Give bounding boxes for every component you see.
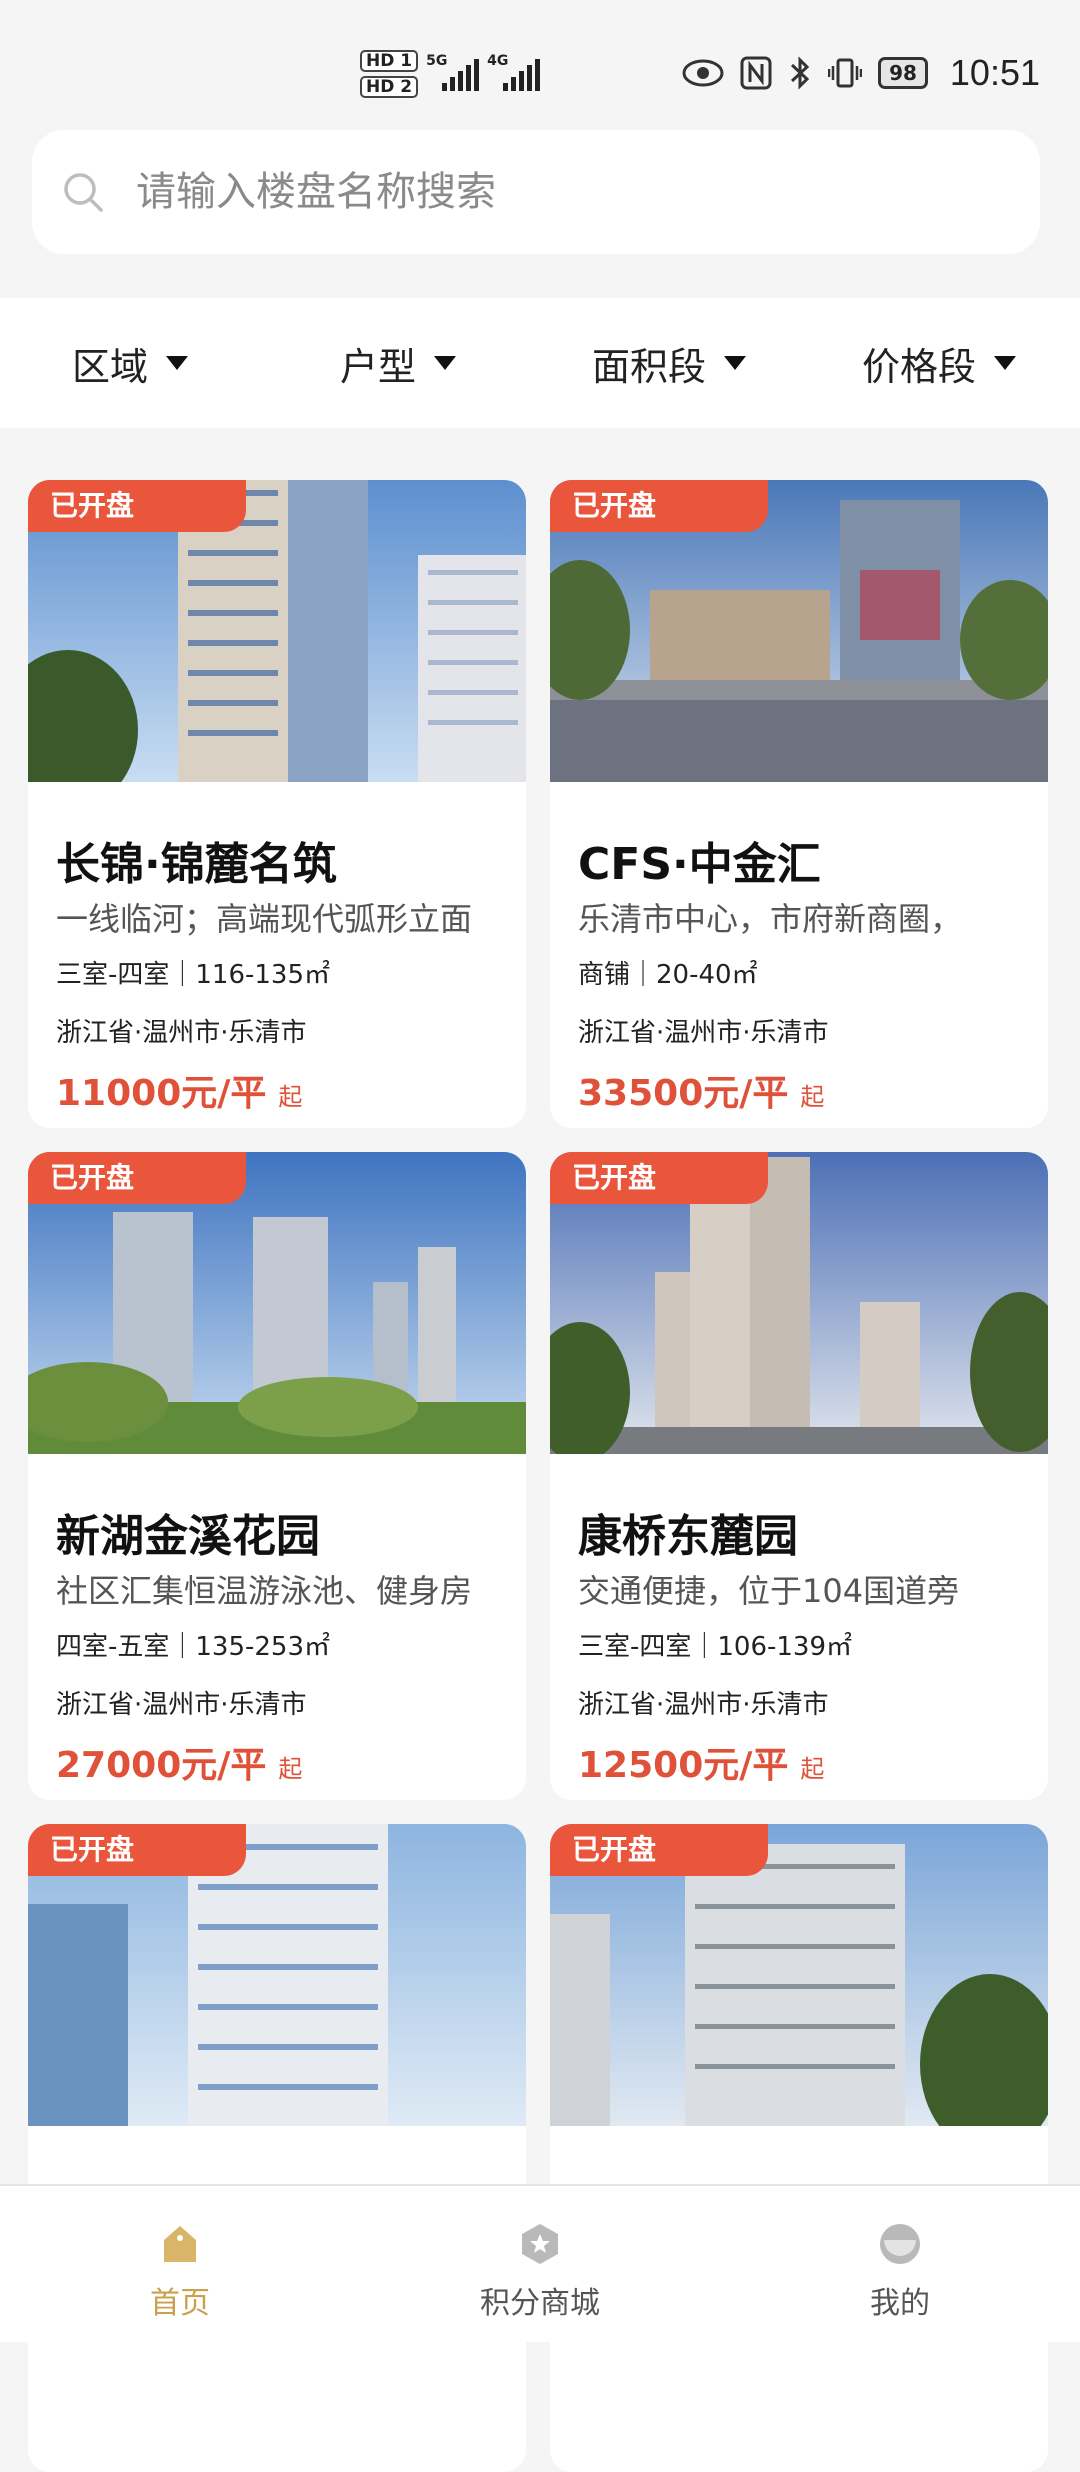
caret-down-icon (724, 356, 747, 370)
listing-price: 12500元/平起 (578, 1736, 824, 1788)
caret-down-icon (166, 356, 189, 370)
caret-down-icon (434, 356, 457, 370)
listing-card[interactable]: 已开盘 新湖金溪花园 社区汇集恒温游泳池、健身房 四室-五室｜135-253㎡ … (28, 1152, 526, 1800)
filter-layout[interactable]: 户型 (340, 298, 457, 428)
tab-points-mall[interactable]: 积分商城 (440, 2186, 640, 2342)
price-value: 27000元/平 (56, 1745, 267, 1786)
search-bar[interactable] (32, 130, 1040, 254)
sim-indicator: HD 1 HD 2 (360, 50, 419, 98)
nfc-icon (740, 56, 772, 90)
clock: 10:51 (949, 52, 1040, 93)
search-icon (64, 173, 103, 212)
listing-description: 一线临河；高端现代弧形立面 (56, 900, 473, 938)
listing-description: 交通便捷，位于104国道旁 (578, 1572, 960, 1610)
listing-card[interactable]: 已开盘 (28, 1824, 526, 2472)
listing-description: 乐清市中心，市府新商圈， (578, 900, 963, 938)
sim2-label: HD 2 (360, 76, 419, 98)
listing-title: 长锦·锦麓名筑 (56, 839, 337, 890)
sim1-label: HD 1 (360, 50, 419, 72)
listing-spec: 四室-五室｜135-253㎡ (56, 1632, 331, 1662)
bluetooth-icon (791, 56, 810, 90)
filter-price-range[interactable]: 价格段 (862, 298, 1017, 428)
listing-card[interactable]: 已开盘 (550, 1824, 1048, 2472)
listing-title: 新湖金溪花园 (56, 1511, 320, 1562)
status-badge: 已开盘 (550, 480, 768, 532)
tab-label: 积分商城 (480, 2286, 600, 2321)
system-indicators: 98 10:51 (682, 52, 1040, 94)
listing-location: 浙江省·温州市·乐清市 (56, 1018, 307, 1048)
listing-price: 33500元/平起 (578, 1064, 824, 1116)
net2-label: 4G (487, 53, 509, 69)
listing-spec: 商铺｜20-40㎡ (578, 960, 758, 990)
price-value: 33500元/平 (578, 1073, 789, 1114)
tab-mine[interactable]: 我的 (800, 2186, 1000, 2342)
eye-icon (682, 59, 724, 87)
tab-label: 首页 (150, 2286, 210, 2321)
network-indicators: HD 1 HD 2 5G 4G (360, 50, 541, 98)
filter-bar: 区域 户型 面积段 价格段 (0, 298, 1080, 428)
price-value: 11000元/平 (56, 1073, 267, 1114)
search-input[interactable] (134, 168, 938, 216)
filter-label: 面积段 (592, 344, 707, 389)
status-badge: 已开盘 (550, 1824, 768, 1876)
filter-label: 价格段 (862, 344, 977, 389)
listing-description: 社区汇集恒温游泳池、健身房 (56, 1572, 473, 1610)
listing-spec: 三室-四室｜106-139㎡ (578, 1632, 853, 1662)
filter-label: 户型 (340, 344, 417, 389)
price-value: 12500元/平 (578, 1745, 789, 1786)
price-suffix: 起 (278, 1083, 303, 1111)
filter-area-range[interactable]: 面积段 (592, 298, 747, 428)
battery-indicator: 98 (878, 57, 928, 89)
price-suffix: 起 (800, 1083, 825, 1111)
status-badge: 已开盘 (28, 1152, 246, 1204)
listing-location: 浙江省·温州市·乐清市 (56, 1690, 307, 1720)
price-suffix: 起 (800, 1755, 825, 1783)
listing-price: 27000元/平起 (56, 1736, 302, 1788)
tab-home[interactable]: 首页 (80, 2186, 280, 2342)
signal-5g-icon: 5G (426, 53, 480, 91)
listing-title: CFS·中金汇 (578, 839, 821, 890)
listing-price: 11000元/平起 (56, 1064, 302, 1116)
vibrate-icon (828, 58, 863, 88)
filter-area[interactable]: 区域 (72, 298, 189, 428)
points-mall-icon (522, 2224, 558, 2264)
bottom-nav: 首页 积分商城 我的 (0, 2184, 1080, 2342)
filter-label: 区域 (72, 344, 149, 389)
status-badge: 已开盘 (28, 480, 246, 532)
status-badge: 已开盘 (550, 1152, 768, 1204)
price-suffix: 起 (278, 1755, 303, 1783)
listing-card[interactable]: 已开盘 康桥东麓园 交通便捷，位于104国道旁 三室-四室｜106-139㎡ 浙… (550, 1152, 1048, 1800)
caret-down-icon (994, 356, 1017, 370)
listing-card[interactable]: 已开盘 CFS·中金汇 乐清市中心，市府新商圈， 商铺｜20-40㎡ 浙江省·温… (550, 480, 1048, 1128)
status-badge: 已开盘 (28, 1824, 246, 1876)
listing-spec: 三室-四室｜116-135㎡ (56, 960, 331, 990)
listing-title: 康桥东麓园 (578, 1511, 798, 1562)
listing-card[interactable]: 已开盘 长锦·锦麓名筑 一线临河；高端现代弧形立面 三室-四室｜116-135㎡… (28, 480, 526, 1128)
profile-icon (880, 2224, 920, 2264)
net1-label: 5G (426, 53, 448, 69)
home-icon (164, 2226, 196, 2262)
listing-location: 浙江省·温州市·乐清市 (578, 1690, 829, 1720)
signal-4g-icon: 4G (487, 53, 541, 91)
listing-location: 浙江省·温州市·乐清市 (578, 1018, 829, 1048)
tab-label: 我的 (870, 2286, 930, 2321)
status-bar: HD 1 HD 2 5G 4G 98 10:51 (0, 0, 1080, 120)
